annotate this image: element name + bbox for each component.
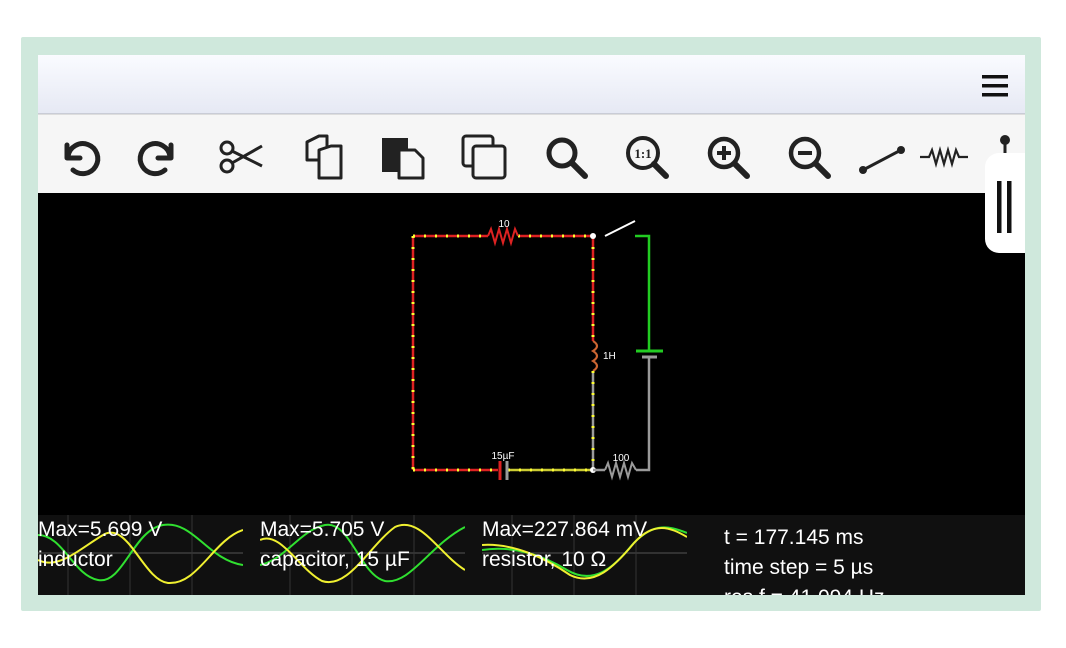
panel-handle-icon (997, 181, 1012, 233)
resistor-tool-button[interactable] (918, 131, 970, 183)
circuit-canvas[interactable]: 10 1H 15µF 100 (38, 193, 1025, 515)
search-icon (546, 137, 588, 179)
scope-inductor[interactable]: Max=5.699 V inductor (38, 515, 243, 595)
side-panel-toggle[interactable] (985, 153, 1025, 253)
resistor-100-label: 100 (613, 453, 630, 464)
zoom-in-icon (707, 136, 750, 179)
zoom-ratio-label: 1:1 (634, 146, 651, 161)
zoom-out-icon (788, 136, 831, 179)
scope-resistor[interactable]: Max=227.864 mV resistor, 10 Ω (482, 515, 687, 595)
cut-button[interactable] (215, 131, 267, 183)
zoom-actual-size-button[interactable]: 1:1 (621, 131, 673, 183)
duplicate-icon (461, 134, 507, 180)
resonant-frequency-readout: res.f = 41.094 Hz (724, 583, 885, 595)
inductor-1h[interactable] (590, 340, 599, 372)
resistor-icon (920, 145, 968, 169)
title-bar (38, 55, 1025, 114)
redo-icon (137, 141, 174, 177)
resistor-10[interactable] (487, 225, 519, 247)
time-readout: t = 177.145 ms (724, 526, 864, 549)
switch[interactable] (604, 220, 636, 237)
resistor-10-label: 10 (498, 219, 510, 230)
scope-resistor-max: Max=227.864 mV (482, 518, 648, 541)
zoom-out-button[interactable] (783, 131, 835, 183)
zoom-in-button[interactable] (702, 131, 754, 183)
resistor-100[interactable] (604, 459, 637, 481)
time-step-readout: time step = 5 µs (724, 556, 874, 579)
copy-icon (305, 134, 343, 180)
search-button[interactable] (540, 131, 592, 183)
copy-button[interactable] (296, 131, 348, 183)
duplicate-button[interactable] (458, 131, 510, 183)
scope-resistor-name: resistor, 10 Ω (482, 548, 607, 571)
zoom-actual-size-icon: 1:1 (626, 136, 669, 179)
inductor-label: 1H (603, 351, 616, 362)
capacitor-label: 15µF (492, 451, 515, 462)
wire-button[interactable] (856, 131, 908, 183)
scope-inductor-name: inductor (38, 548, 113, 571)
redo-button[interactable] (134, 131, 186, 183)
undo-icon (64, 141, 101, 177)
scope-inductor-max: Max=5.699 V (38, 518, 163, 541)
cut-icon (219, 140, 263, 174)
undo-button[interactable] (52, 131, 104, 183)
scope-capacitor[interactable]: Max=5.705 V capacitor, 15 µF (260, 515, 465, 595)
circuit-diagram: 10 1H 15µF 100 (411, 219, 663, 481)
toolbar: 1:1 (38, 114, 1025, 194)
scope-panel: Max=5.699 V inductor Max=5.705 V capacit… (38, 515, 1025, 595)
circuit-simulator-app: 1:1 10 1H 15µF 100 Max=5.699 V inductor … (38, 55, 1025, 595)
hamburger-menu-icon[interactable] (981, 73, 1009, 99)
paste-icon (382, 138, 425, 180)
paste-button[interactable] (376, 131, 428, 183)
scope-capacitor-name: capacitor, 15 µF (260, 548, 410, 571)
scope-capacitor-max: Max=5.705 V (260, 518, 385, 541)
wire-icon (859, 146, 905, 174)
simulation-info: t = 177.145 ms time step = 5 µs res.f = … (724, 523, 885, 595)
